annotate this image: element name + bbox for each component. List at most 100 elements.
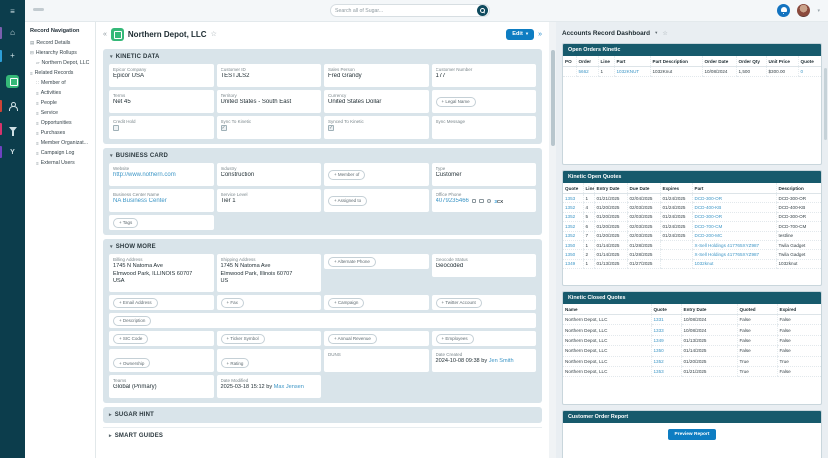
- field-date-created[interactable]: Date Created 2024-10-08 09:38 by Jen Smi…: [432, 349, 537, 372]
- cell-link[interactable]: 5662: [579, 69, 589, 74]
- favorite-star-icon[interactable]: ☆: [211, 30, 217, 38]
- column-header[interactable]: Line: [598, 56, 614, 67]
- search-icon[interactable]: [477, 5, 488, 16]
- cell-link[interactable]: 0: [801, 69, 804, 74]
- teams-icon[interactable]: [479, 199, 484, 204]
- field-customer-number[interactable]: Customer Number177: [432, 64, 537, 87]
- dashboard-caret-icon[interactable]: ▾: [655, 30, 657, 36]
- cell-link[interactable]: 1333: [654, 328, 664, 333]
- column-header[interactable]: Expires: [660, 183, 692, 194]
- create-icon[interactable]: +: [0, 47, 25, 65]
- website-link[interactable]: http://www.nothern.com: [113, 172, 210, 178]
- edit-button[interactable]: Edit▾: [506, 29, 534, 40]
- column-header[interactable]: Due Date: [627, 183, 660, 194]
- expand-right-icon[interactable]: »: [538, 31, 542, 38]
- field-duns[interactable]: DUNS: [324, 349, 429, 372]
- field-epicor-company[interactable]: Epicor CompanyEpicor USA: [109, 64, 214, 87]
- cell-link[interactable]: DCD-300-OR: [695, 214, 723, 219]
- add-tags-pill[interactable]: + Tags: [113, 218, 138, 228]
- home-icon[interactable]: ⌂: [0, 24, 25, 42]
- created-by-link[interactable]: Jen Smith: [489, 358, 514, 364]
- dashlet-title[interactable]: Customer Order Report: [563, 411, 821, 423]
- cell-link[interactable]: 1352: [565, 233, 575, 238]
- hierarchy-icon[interactable]: Y: [0, 143, 25, 161]
- cell-link[interactable]: 1352: [565, 224, 575, 229]
- cell-link[interactable]: 1353: [654, 369, 664, 374]
- column-header[interactable]: Part: [692, 183, 776, 194]
- threecx-label[interactable]: 3CX: [494, 199, 503, 204]
- add-description-pill[interactable]: + Description: [113, 316, 151, 326]
- field-sales-person[interactable]: Sales PersonFred Grandy: [324, 64, 429, 87]
- menu-icon[interactable]: ≡: [0, 3, 25, 21]
- field-website[interactable]: Websitehttp://www.nothern.com: [109, 163, 214, 186]
- whatsapp-icon[interactable]: [487, 199, 492, 204]
- field-business-center[interactable]: Business Center NameNA Business Center: [109, 189, 214, 212]
- avatar[interactable]: [797, 4, 810, 17]
- column-header[interactable]: Order Qty: [736, 56, 766, 67]
- cell-link[interactable]: 1350: [565, 243, 575, 248]
- sync-to-kinetic-checkbox[interactable]: [221, 125, 227, 131]
- section-header[interactable]: ▾BUSINESS CARD: [110, 153, 536, 159]
- field-sync-to-kinetic[interactable]: Sync To Kinetic: [217, 116, 322, 139]
- field-service-level[interactable]: Service LevelTier 1: [217, 189, 322, 212]
- add-fax-pill[interactable]: + Fax: [221, 298, 244, 308]
- column-header[interactable]: Entry Date: [594, 183, 627, 194]
- add-alternate-phone-pill[interactable]: + Alternate Phone: [328, 257, 376, 267]
- cell-link[interactable]: DCD-400-KB: [695, 205, 722, 210]
- column-header[interactable]: Entry Date: [681, 304, 737, 315]
- field-office-phone[interactable]: Office Phone 4079235466 3CX: [432, 189, 537, 212]
- field-currency[interactable]: CurrencyUnited States Dollar: [324, 90, 429, 113]
- office-phone-link[interactable]: 4079235466: [436, 198, 469, 204]
- cell-link[interactable]: 1350: [565, 252, 575, 257]
- nav-item-activities[interactable]: ≡Activities: [28, 88, 92, 98]
- field-terms[interactable]: TermsNet 45: [109, 90, 214, 113]
- modified-by-link[interactable]: Max Jensen: [274, 384, 304, 390]
- add-email-pill[interactable]: + Email Address: [113, 298, 158, 308]
- column-header[interactable]: Unit Price: [766, 56, 798, 67]
- section-header[interactable]: ▾KINETIC DATA: [110, 54, 536, 60]
- field-industry[interactable]: IndustryConstruction: [217, 163, 322, 186]
- search-input[interactable]: [331, 8, 477, 14]
- nav-item-external-users[interactable]: ≡External Users: [28, 158, 92, 168]
- dashboard-scrollbar-thumb[interactable]: [824, 68, 827, 140]
- cell-link[interactable]: 1353: [565, 196, 575, 201]
- field-customer-id[interactable]: Customer IDTESTJLS2: [217, 64, 322, 87]
- add-member-of-pill[interactable]: + Member of: [328, 170, 365, 180]
- add-assigned-to-pill[interactable]: + Assigned to: [328, 196, 367, 206]
- add-revenue-pill[interactable]: + Annual Revenue: [328, 334, 377, 344]
- nav-item-service[interactable]: ≡Service: [28, 108, 92, 118]
- section-header[interactable]: ▾SHOW MORE: [110, 244, 536, 250]
- notifications-icon[interactable]: [777, 4, 790, 17]
- field-billing-address[interactable]: Billing Address 1745 N Natoma Ave Elmwoo…: [109, 254, 214, 292]
- column-header[interactable]: Line: [583, 183, 594, 194]
- column-header[interactable]: Part Description: [650, 56, 702, 67]
- add-legal-name-pill[interactable]: + Legal Name: [436, 97, 476, 107]
- column-header[interactable]: Description: [776, 183, 821, 194]
- field-sync-message[interactable]: Sync Message: [432, 116, 537, 139]
- profile-caret-icon[interactable]: ▾: [817, 8, 820, 14]
- nav-item-record-details[interactable]: ▤Record Details: [28, 38, 92, 48]
- column-header[interactable]: Order Date: [702, 56, 736, 67]
- cell-link[interactable]: X-Sell Holdings 417765XYZ987: [695, 243, 760, 248]
- add-sic-pill[interactable]: + SIC Code: [113, 334, 148, 344]
- column-header[interactable]: Order: [576, 56, 598, 67]
- contacts-icon[interactable]: [0, 97, 25, 115]
- cell-link[interactable]: 1032KNUT: [617, 69, 640, 74]
- add-twitter-pill[interactable]: + Twitter Account: [436, 298, 482, 308]
- cell-link[interactable]: 1032knut: [695, 261, 714, 266]
- cell-link[interactable]: 1350: [654, 348, 664, 353]
- cell-link[interactable]: DCD-200-MC: [695, 233, 723, 238]
- field-type[interactable]: TypeCustomer: [432, 163, 537, 186]
- cell-link[interactable]: 1352: [654, 359, 664, 364]
- cell-link[interactable]: 1349: [654, 338, 664, 343]
- dashlet-title[interactable]: Kinetic Open Quotes: [563, 171, 821, 183]
- section-header[interactable]: ▸SUGAR HINT: [109, 412, 536, 418]
- column-header[interactable]: Part: [614, 56, 650, 67]
- cell-link[interactable]: 1352: [565, 205, 575, 210]
- column-header[interactable]: Quote: [563, 183, 583, 194]
- main-scrollbar-thumb[interactable]: [551, 50, 555, 146]
- field-shipping-address[interactable]: Shipping Address 1745 N Natoma Ave Elmwo…: [217, 254, 322, 292]
- add-rating-pill[interactable]: + Rating: [221, 358, 250, 368]
- field-teams[interactable]: TeamsGlobal (Primary): [109, 375, 214, 398]
- field-date-modified[interactable]: Date Modified 2025-03-18 15:12 by Max Je…: [217, 375, 322, 398]
